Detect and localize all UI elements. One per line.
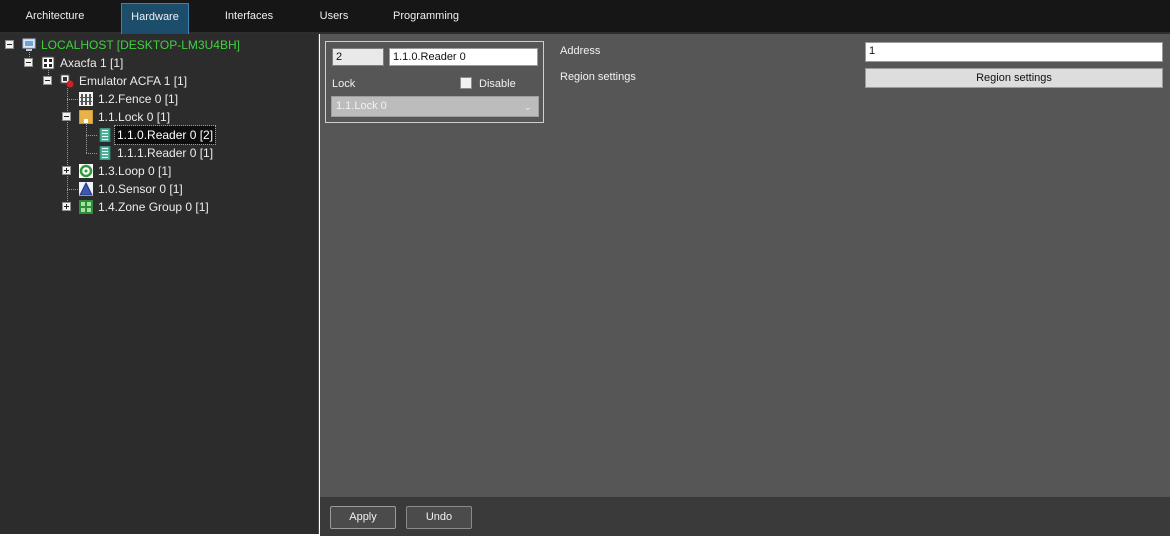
disable-label: Disable xyxy=(479,78,516,90)
tree-node-loop[interactable]: 1.3.Loop 0 [1] xyxy=(0,162,319,180)
lock-icon xyxy=(78,109,94,125)
tree-node-label: 1.3.Loop 0 [1] xyxy=(98,164,172,178)
tree-node-lock[interactable]: 1.1.Lock 0 [1] xyxy=(0,108,319,126)
address-input[interactable]: 1 xyxy=(865,42,1163,62)
tree-node-axacfa[interactable]: Axacfa 1 [1] xyxy=(0,54,319,72)
disable-checkbox[interactable] xyxy=(460,77,472,89)
settings-panel: 2 1.1.0.Reader 0 Lock Disable 1.1.Lock 0… xyxy=(320,34,1170,497)
tab-architecture[interactable]: Architecture xyxy=(12,3,98,34)
tree-node-label: 1.4.Zone Group 0 [1] xyxy=(98,200,209,214)
tree-node-fence[interactable]: 1.2.Fence 0 [1] xyxy=(0,90,319,108)
tab-hardware[interactable]: Hardware xyxy=(121,3,189,34)
object-name-field[interactable]: 1.1.0.Reader 0 xyxy=(389,48,538,66)
expand-toggle[interactable] xyxy=(62,166,71,175)
tab-users[interactable]: Users xyxy=(307,3,361,34)
apply-button[interactable]: Apply xyxy=(330,506,396,529)
collapse-toggle[interactable] xyxy=(43,76,52,85)
tree-node-label: LOCALHOST [DESKTOP-LM3U4BH] xyxy=(41,38,240,52)
reader-icon xyxy=(98,127,112,143)
object-card: 2 1.1.0.Reader 0 Lock Disable 1.1.Lock 0… xyxy=(325,41,544,123)
loop-icon xyxy=(79,164,93,178)
address-label: Address xyxy=(560,45,601,57)
parent-label: Lock xyxy=(332,78,356,90)
chevron-down-icon: ⌄ xyxy=(523,102,532,113)
tree-node-reader[interactable]: 1.1.1.Reader 0 [1] xyxy=(0,144,319,162)
expand-toggle[interactable] xyxy=(62,202,71,211)
region-settings-button[interactable]: Region settings xyxy=(865,68,1163,88)
parent-select-value: 1.1.Lock 0 xyxy=(336,100,387,112)
region-settings-label: Region settings xyxy=(560,71,636,83)
tree-node-label: 1.0.Sensor 0 [1] xyxy=(98,182,183,196)
tab-bar: Architecture Hardware Interfaces Users P… xyxy=(0,0,1170,34)
emulator-device-icon xyxy=(60,74,74,88)
tree-node-sensor[interactable]: 1.0.Sensor 0 [1] xyxy=(0,180,319,198)
tree-node-label: 1.1.Lock 0 [1] xyxy=(98,110,171,124)
zone-group-icon xyxy=(79,200,93,214)
tree-node-zone-group[interactable]: 1.4.Zone Group 0 [1] xyxy=(0,198,319,216)
hardware-tree[interactable]: LOCALHOST [DESKTOP-LM3U4BH] Axacfa 1 [1]… xyxy=(0,34,319,534)
collapse-toggle[interactable] xyxy=(62,112,71,121)
parent-select[interactable]: 1.1.Lock 0 ⌄ xyxy=(331,96,539,117)
tab-programming[interactable]: Programming xyxy=(384,3,468,34)
collapse-toggle[interactable] xyxy=(5,40,14,49)
action-bar: Apply Undo xyxy=(320,497,1170,536)
collapse-toggle[interactable] xyxy=(24,58,33,67)
sensor-icon xyxy=(79,181,93,196)
tree-node-label: 1.1.0.Reader 0 [2] xyxy=(113,125,217,145)
tree-node-label: 1.1.1.Reader 0 [1] xyxy=(117,146,214,160)
fence-icon xyxy=(79,92,93,106)
tree-node-label: Axacfa 1 [1] xyxy=(60,56,124,70)
object-id-field[interactable]: 2 xyxy=(332,48,384,66)
controller-board-icon xyxy=(41,56,55,70)
tree-node-label: 1.2.Fence 0 [1] xyxy=(98,92,179,106)
tree-node-emulator[interactable]: Emulator ACFA 1 [1] xyxy=(0,72,319,90)
tree-node-localhost[interactable]: LOCALHOST [DESKTOP-LM3U4BH] xyxy=(0,36,319,54)
undo-button[interactable]: Undo xyxy=(406,506,472,529)
tree-node-label: Emulator ACFA 1 [1] xyxy=(79,74,188,88)
reader-icon xyxy=(98,145,112,161)
computer-icon xyxy=(22,38,36,52)
tab-interfaces[interactable]: Interfaces xyxy=(214,3,284,34)
tree-node-reader-selected[interactable]: 1.1.0.Reader 0 [2] xyxy=(0,125,319,145)
